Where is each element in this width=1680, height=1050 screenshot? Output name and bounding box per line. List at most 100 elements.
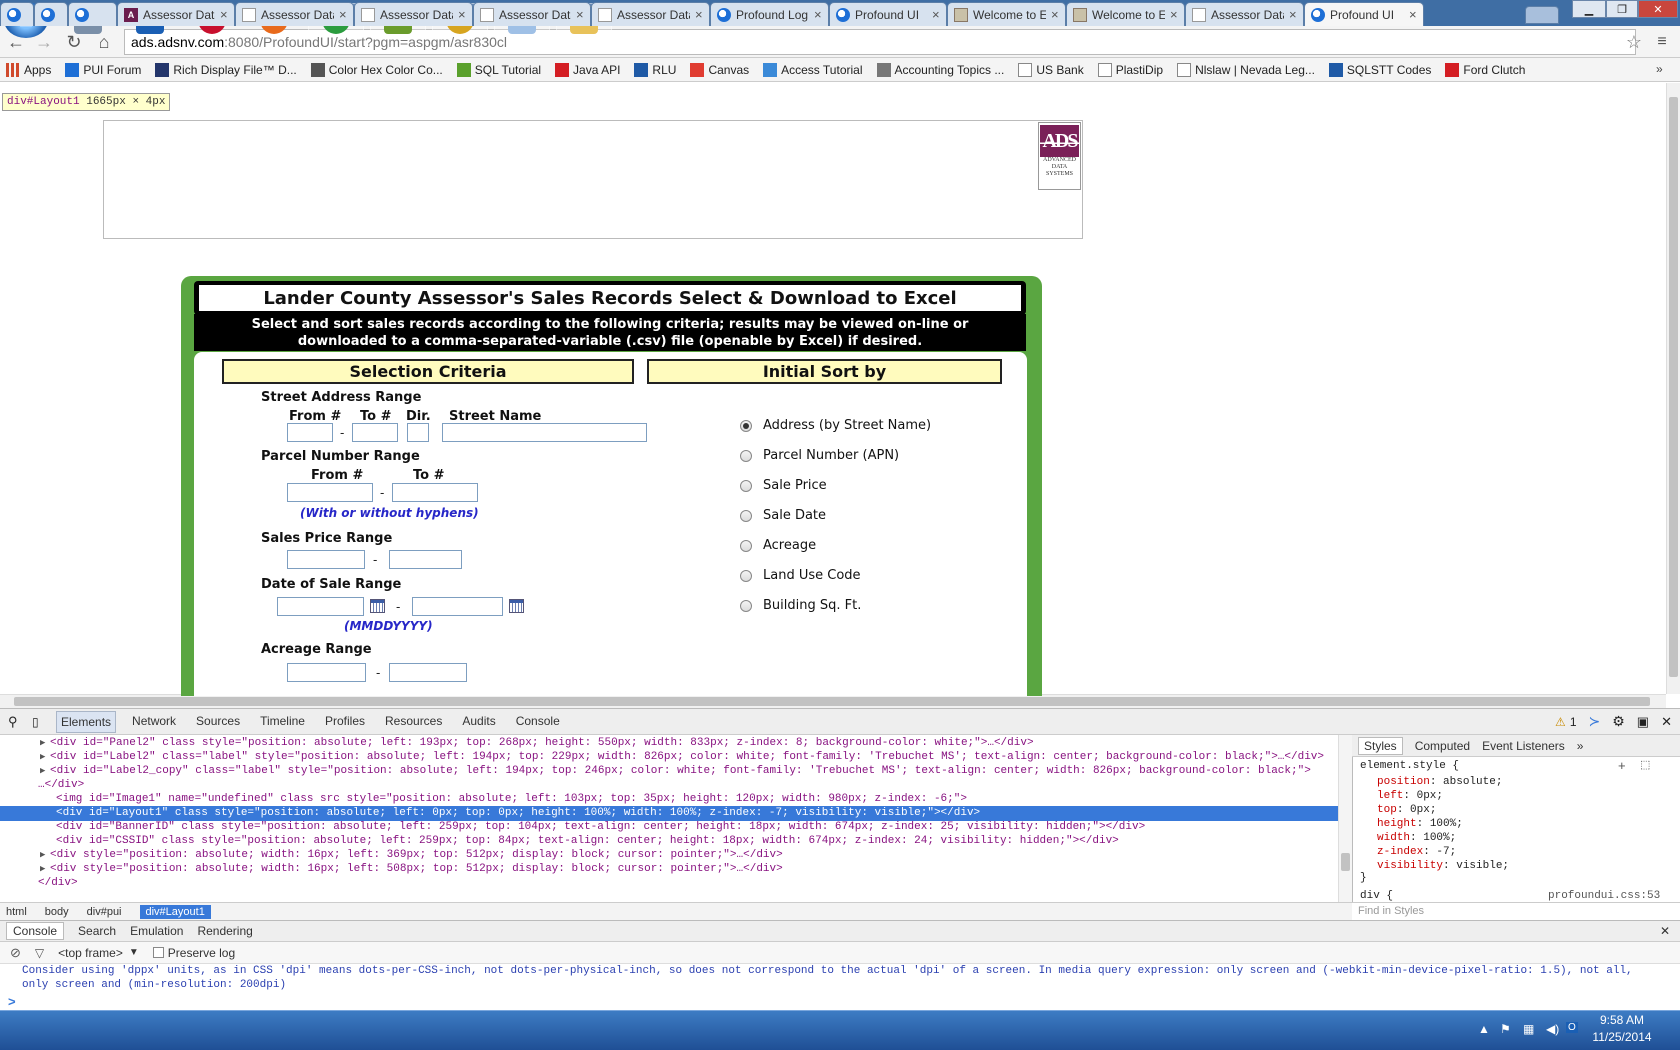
dom-node-line[interactable]: </div> — [0, 876, 1338, 891]
close-tab-icon[interactable]: × — [339, 7, 353, 22]
expand-arrow-icon[interactable]: ▶ — [40, 764, 50, 779]
bookmark-item[interactable]: Nlslaw | Nevada Leg... — [1177, 62, 1315, 77]
browser-tab[interactable]: Assessor Data × — [591, 2, 710, 26]
browser-tab[interactable] — [0, 2, 34, 26]
taskbar-clock[interactable]: 9:58 AM 11/25/2014 — [1584, 1012, 1660, 1046]
drawer-tab[interactable]: Search — [78, 924, 116, 938]
chevron-down-icon[interactable]: ▼ — [129, 947, 139, 958]
more-bookmarks-icon[interactable]: » — [1656, 62, 1663, 76]
close-tab-icon[interactable]: × — [220, 7, 234, 22]
close-tab-icon[interactable]: × — [932, 7, 946, 22]
close-tab-icon[interactable]: × — [1289, 7, 1303, 22]
devtools-tab-audits[interactable]: Audits — [458, 711, 499, 733]
bookmark-item[interactable]: Rich Display File™ D... — [155, 62, 297, 77]
style-property[interactable]: width: 100%; — [1377, 832, 1456, 844]
browser-tab[interactable] — [34, 2, 68, 26]
radio-button[interactable] — [740, 509, 752, 522]
frame-selector[interactable]: <top frame> — [58, 946, 123, 960]
search-icon[interactable]: ⚲ — [8, 714, 24, 730]
bookmark-item[interactable]: RLU — [634, 62, 676, 77]
expand-arrow-icon[interactable]: ▶ — [40, 848, 50, 863]
price-from-input[interactable] — [287, 550, 365, 569]
street-name-input[interactable] — [442, 423, 647, 442]
expand-arrow-icon[interactable]: ▶ — [40, 736, 50, 751]
sort-option-sale-price[interactable]: Sale Price — [740, 478, 827, 493]
devtools-tab-profiles[interactable]: Profiles — [321, 711, 369, 733]
breadcrumb-item[interactable]: div#Layout1 — [139, 904, 211, 919]
browser-tab[interactable] — [68, 2, 117, 26]
bookmark-item[interactable]: PUI Forum — [65, 62, 141, 77]
browser-tab[interactable]: Assessor Data × — [1185, 2, 1304, 26]
settings-gear-icon[interactable]: ⚙ — [1612, 713, 1625, 730]
date-to-input[interactable] — [412, 597, 503, 616]
browser-tab[interactable]: Profound Log × — [710, 2, 829, 26]
expand-arrow-icon[interactable]: ▶ — [40, 862, 50, 877]
close-tab-icon[interactable]: × — [1170, 7, 1184, 22]
parcel-from-input[interactable] — [287, 483, 373, 502]
calendar-icon[interactable] — [509, 599, 524, 613]
bookmark-item[interactable]: SQLSTT Codes — [1328, 62, 1431, 77]
style-property[interactable]: position: absolute; — [1377, 776, 1502, 788]
dom-scrollbar[interactable] — [1338, 735, 1352, 902]
date-from-input[interactable] — [277, 597, 364, 616]
street-dir-input[interactable] — [407, 423, 429, 442]
sort-option-address[interactable]: Address (by Street Name) — [740, 418, 931, 433]
dom-tree[interactable]: ▶ <div id="Panel2" class style="position:… — [0, 735, 1338, 902]
street-to-input[interactable] — [352, 423, 398, 442]
close-tab-icon[interactable]: × — [458, 7, 472, 22]
style-property[interactable]: visibility: visible; — [1377, 860, 1509, 872]
sort-option-building-sqft[interactable]: Building Sq. Ft. — [740, 598, 861, 613]
bookmark-item[interactable]: Accounting Topics ... — [876, 62, 1004, 77]
dom-node-line[interactable]: ▶ <div style="position: absolute; width: … — [0, 848, 1338, 863]
price-to-input[interactable] — [389, 550, 462, 569]
new-tab-button[interactable] — [1525, 6, 1559, 24]
action-center-icon[interactable]: ⚑ — [1500, 1022, 1511, 1036]
style-property[interactable]: left: 0px; — [1377, 790, 1443, 802]
console-drawer-icon[interactable]: ≻ — [1589, 713, 1601, 730]
close-devtools-icon[interactable]: ✕ — [1661, 714, 1672, 730]
devtools-tab-elements[interactable]: Elements — [56, 710, 117, 733]
close-tab-icon[interactable]: × — [1051, 7, 1065, 22]
toggle-state-icon[interactable]: ⬚ — [1640, 758, 1650, 771]
filter-icon[interactable]: ▽ — [35, 946, 44, 960]
menu-icon[interactable]: ≡ — [1650, 30, 1674, 54]
browser-tab[interactable]: Profound UI × — [1304, 2, 1424, 26]
dom-node-line[interactable]: <div id="Layout1" class style="position:… — [0, 806, 1338, 821]
dom-node-line[interactable]: …</div> — [0, 778, 1338, 793]
drawer-tab[interactable]: Console — [6, 922, 65, 940]
more-tabs-icon[interactable]: » — [1577, 739, 1584, 753]
style-source-link[interactable]: profoundui.css:53 — [1548, 890, 1660, 902]
dom-node-line[interactable]: <img id="Image1" name="undefined" class … — [0, 792, 1338, 807]
devtools-tab-timeline[interactable]: Timeline — [256, 711, 309, 733]
bookmark-item[interactable]: SQL Tutorial — [456, 62, 541, 77]
close-tab-icon[interactable]: × — [814, 7, 828, 22]
dom-node-line[interactable]: ▶ <div id="Panel2" class style="position:… — [0, 736, 1338, 751]
sort-option-land-use[interactable]: Land Use Code — [740, 568, 861, 583]
dom-node-line[interactable]: ▶ <div style="position: absolute; width: … — [0, 862, 1338, 877]
bookmark-item[interactable]: Color Hex Color Co... — [310, 62, 443, 77]
devtools-tab-sources[interactable]: Sources — [192, 711, 244, 733]
outlook-tray-icon[interactable]: O — [1566, 1022, 1578, 1033]
close-tab-icon[interactable]: × — [695, 7, 709, 22]
acreage-to-input[interactable] — [389, 663, 467, 682]
expand-arrow-icon[interactable]: ▶ — [40, 750, 50, 765]
acreage-from-input[interactable] — [287, 663, 366, 682]
bookmark-item[interactable]: Access Tutorial — [763, 62, 863, 77]
radio-button[interactable] — [740, 419, 752, 432]
radio-button[interactable] — [740, 599, 752, 612]
add-style-icon[interactable]: + — [1618, 758, 1626, 773]
style-property[interactable]: z-index: -7; — [1377, 846, 1456, 858]
browser-tab[interactable]: Profound UI × — [829, 2, 947, 26]
breadcrumb-item[interactable]: div#pui — [87, 906, 122, 918]
browser-tab[interactable]: Welcome to E × — [1066, 2, 1185, 26]
devtools-tab-network[interactable]: Network — [128, 711, 180, 733]
drawer-tab[interactable]: Rendering — [197, 924, 252, 938]
style-property[interactable]: top: 0px; — [1377, 804, 1436, 816]
radio-button[interactable] — [740, 449, 752, 462]
breadcrumb-item[interactable]: html — [6, 906, 27, 918]
radio-button[interactable] — [740, 479, 752, 492]
browser-tab[interactable]: Welcome to E × — [947, 2, 1066, 26]
close-window-button[interactable]: ✕ — [1638, 0, 1678, 18]
styles-tab[interactable]: Event Listeners — [1482, 739, 1565, 753]
preserve-log-checkbox[interactable] — [152, 947, 164, 958]
